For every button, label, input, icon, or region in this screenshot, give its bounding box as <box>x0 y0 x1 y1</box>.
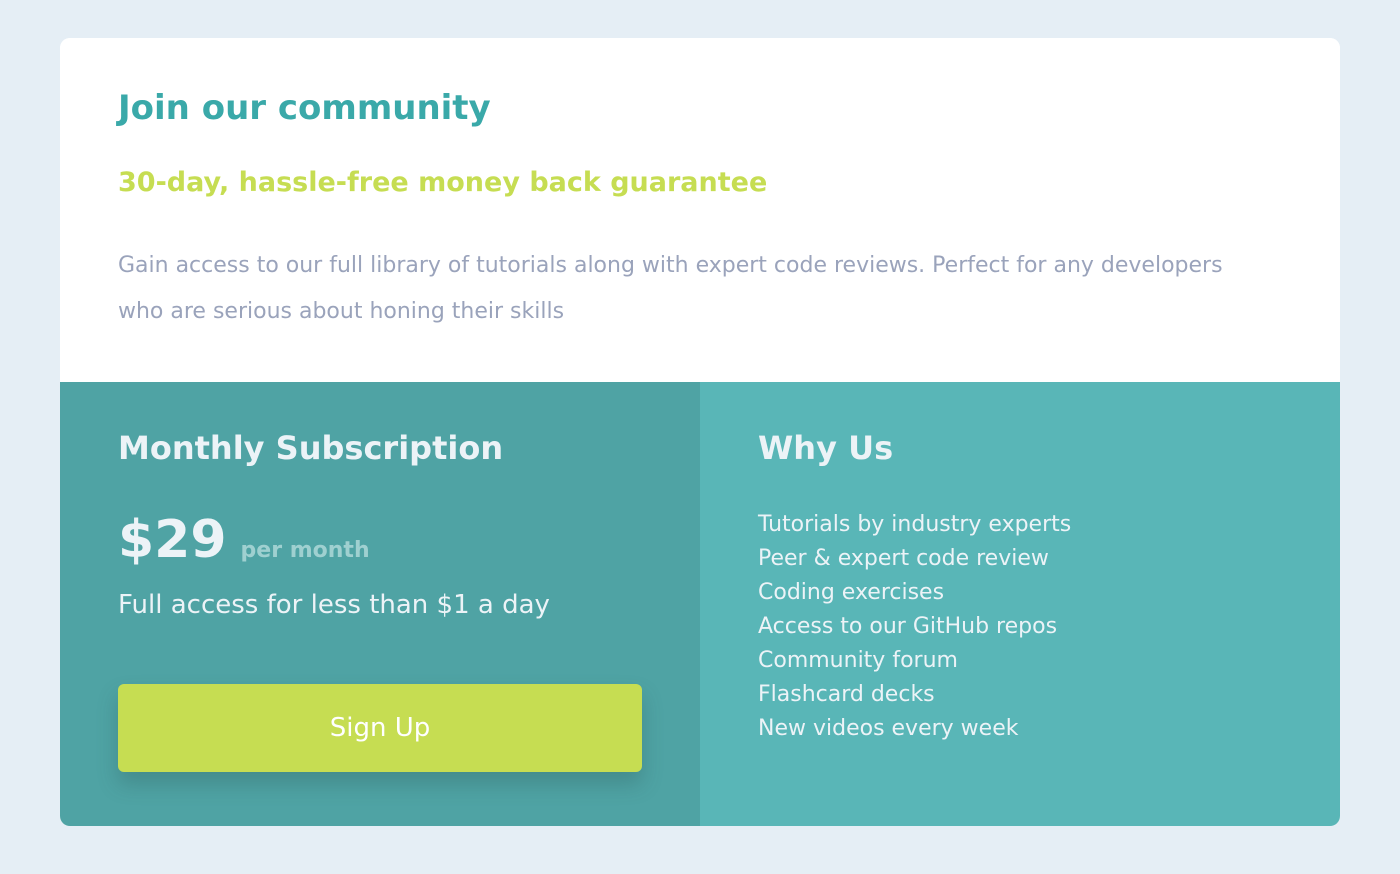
why-us-item: New videos every week <box>758 716 1019 741</box>
subscription-title: Monthly Subscription <box>118 429 504 467</box>
why-us-item: Flashcard decks <box>758 682 935 707</box>
why-us-item: Tutorials by industry experts <box>758 512 1072 537</box>
why-us-item: Access to our GitHub repos <box>758 614 1058 639</box>
price-amount: $29 <box>118 510 227 570</box>
why-us-panel: Why Us Tutorials by industry experts Pee… <box>700 382 1340 826</box>
guarantee-subtitle: 30-day, hassle-free money back guarantee <box>118 167 768 198</box>
why-us-item: Peer & expert code review <box>758 546 1049 571</box>
price-period: per month <box>240 538 370 563</box>
price-row: $29 per month <box>118 510 370 570</box>
why-us-item: Community forum <box>758 648 958 673</box>
why-us-title: Why Us <box>758 429 894 467</box>
why-us-list: Tutorials by industry experts Peer & exp… <box>758 508 1071 746</box>
community-section: Join our community 30-day, hassle-free m… <box>60 38 1340 382</box>
pricing-card: Join our community 30-day, hassle-free m… <box>60 38 1340 826</box>
page-title: Join our community <box>118 88 491 128</box>
sign-up-button[interactable]: Sign Up <box>118 684 642 772</box>
community-description: Gain access to our full library of tutor… <box>118 253 1223 324</box>
why-us-item: Coding exercises <box>758 580 945 605</box>
price-tagline: Full access for less than $1 a day <box>118 590 550 620</box>
subscription-panel: Monthly Subscription $29 per month Full a… <box>60 382 700 826</box>
